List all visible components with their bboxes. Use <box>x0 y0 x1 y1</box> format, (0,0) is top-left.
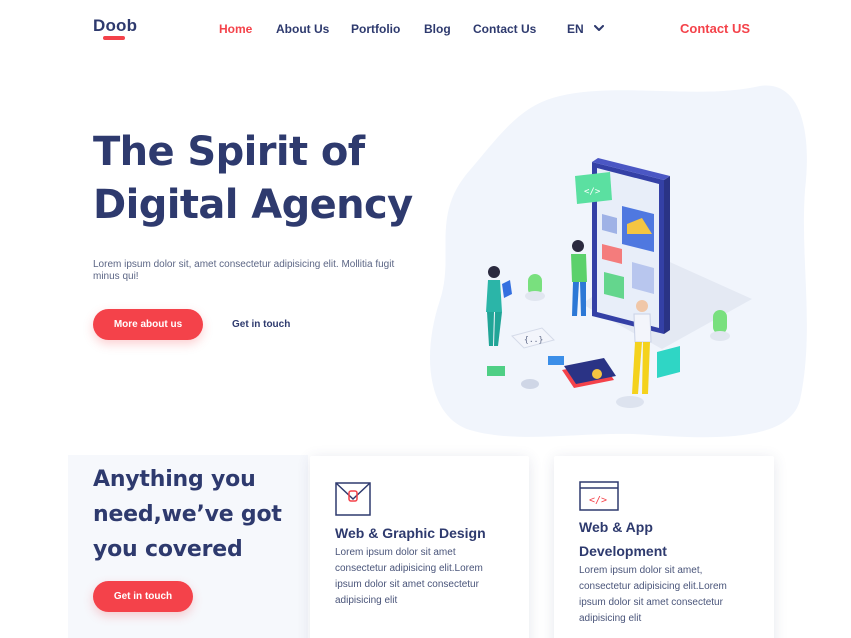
chevron-down-icon <box>594 25 604 31</box>
nav-home[interactable]: Home <box>219 22 252 36</box>
services-heading-line-1: Anything you <box>93 467 256 492</box>
services-get-in-touch-button[interactable]: Get in touch <box>93 581 193 612</box>
card-description: Lorem ipsum dolor sit amet consectetur a… <box>335 547 483 606</box>
language-label: EN <box>567 22 584 36</box>
hero-title-line-1: The Spirit of <box>93 129 365 175</box>
svg-text:{..}: {..} <box>524 335 543 344</box>
hero-description: Lorem ipsum dolor sit, amet consectetur … <box>93 259 395 282</box>
logo[interactable]: Doob <box>93 16 137 36</box>
more-about-us-button[interactable]: More about us <box>93 309 203 340</box>
nav-blog[interactable]: Blog <box>424 22 451 36</box>
envelope-icon <box>335 482 371 516</box>
isometric-app-team-illustration: </> {..} <box>486 158 752 408</box>
nav-about-us[interactable]: About Us <box>276 22 329 36</box>
code-window-icon: </> <box>579 481 619 511</box>
header-contact-button[interactable]: Contact US <box>680 21 750 36</box>
service-card-web-app-development[interactable]: </> Web & App Development Lorem ipsum do… <box>554 456 774 638</box>
nav-contact-us[interactable]: Contact Us <box>473 22 536 36</box>
services-heading: Anything you need,we’ve got you covered <box>93 462 303 567</box>
nav-portfolio[interactable]: Portfolio <box>351 22 400 36</box>
card-title-line-1: Web & App <box>579 519 653 535</box>
services-heading-line-3: you covered <box>93 537 243 562</box>
logo-underline <box>103 36 125 40</box>
services-heading-line-2: need,we’ve got <box>93 502 282 527</box>
card-title-line-2: Development <box>579 543 667 559</box>
hero-title-line-2: Digital Agency <box>93 182 413 228</box>
service-card-web-graphic-design[interactable]: Web & Graphic Design Lorem ipsum dolor s… <box>310 456 529 638</box>
site-header: Doob Home About Us Portfolio Blog Contac… <box>0 0 851 60</box>
language-selector[interactable]: EN <box>567 22 604 36</box>
card-description: Lorem ipsum dolor sit amet, consectetur … <box>579 565 727 624</box>
card-title: Web & App Development <box>579 515 759 563</box>
hero-get-in-touch-link[interactable]: Get in touch <box>232 319 290 330</box>
svg-text:</>: </> <box>589 495 607 506</box>
card-title: Web & Graphic Design <box>335 525 486 541</box>
hero-title: The Spirit of Digital Agency <box>93 126 453 232</box>
svg-text:</>: </> <box>584 187 601 197</box>
